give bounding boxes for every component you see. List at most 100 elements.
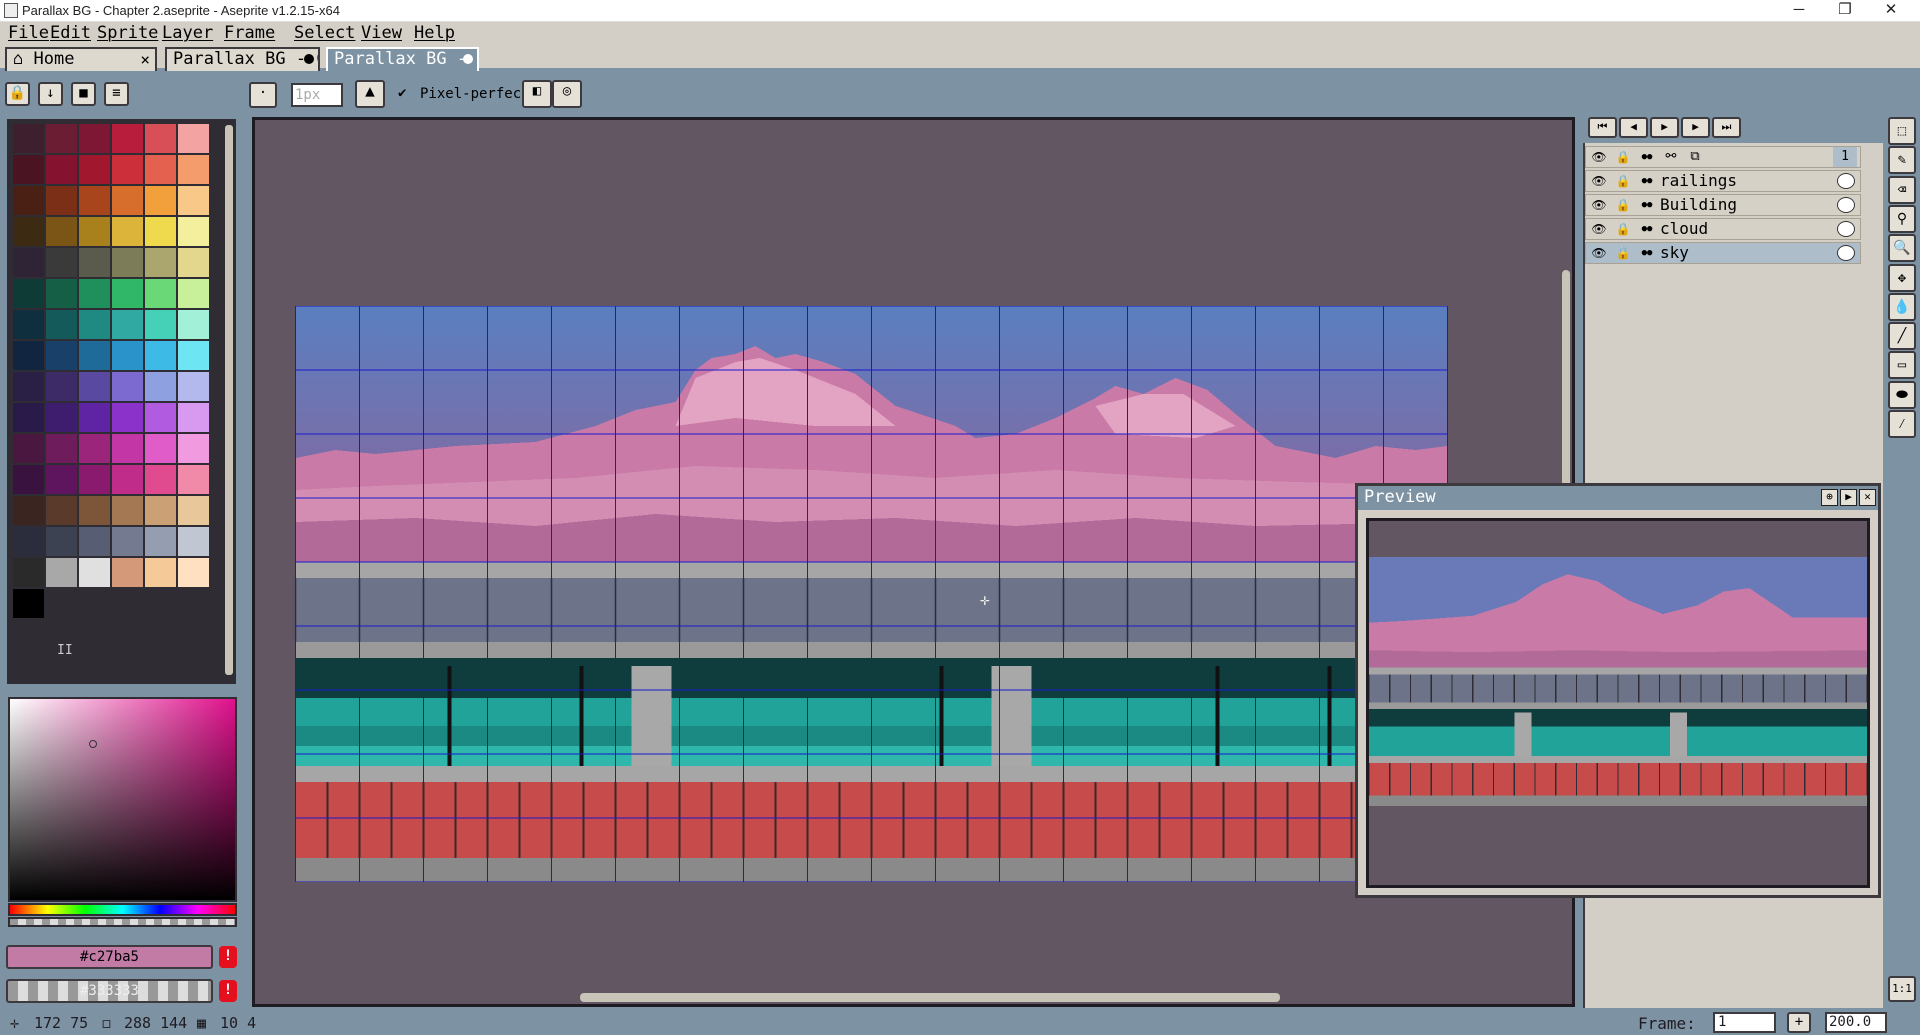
palette-swatch[interactable] (46, 496, 77, 525)
ink-icon[interactable]: ▲ (355, 80, 385, 108)
palette-swatch[interactable] (46, 465, 77, 494)
palette-swatch[interactable] (145, 124, 176, 153)
palette-swatch[interactable] (112, 155, 143, 184)
contour-icon[interactable]: ⬬ (1888, 380, 1916, 409)
layer-row[interactable]: 👁 🔒 ●● sky (1585, 242, 1861, 264)
animation-button[interactable]: ⏮ (1588, 117, 1617, 138)
lock-icon[interactable]: 🔒 (1614, 148, 1632, 166)
palette-swatch[interactable] (46, 279, 77, 308)
palette-swatch[interactable] (145, 372, 176, 401)
palette-swatch[interactable] (46, 310, 77, 339)
palette-swatch[interactable] (79, 310, 110, 339)
palette-swatch[interactable] (79, 403, 110, 432)
lock-icon[interactable]: 🔒 (1614, 244, 1632, 262)
frame-number[interactable]: 1 (1833, 147, 1857, 167)
palette-swatch[interactable] (178, 217, 209, 246)
menu-help[interactable]: Help (414, 23, 455, 43)
arrow-down-icon[interactable]: ↓ (38, 82, 63, 106)
palette-swatch[interactable] (13, 341, 44, 370)
palette-swatch[interactable] (46, 527, 77, 556)
palette-swatch[interactable] (145, 310, 176, 339)
palette-swatch[interactable] (178, 124, 209, 153)
palette-swatch[interactable] (13, 155, 44, 184)
palette-swatch[interactable] (112, 403, 143, 432)
palette-swatch[interactable] (79, 558, 110, 587)
palette-swatch[interactable] (112, 496, 143, 525)
palette-swatch[interactable] (112, 465, 143, 494)
preview-play-icon[interactable]: ▶ (1840, 489, 1857, 506)
palette-swatch[interactable] (13, 403, 44, 432)
palette-swatch[interactable] (145, 465, 176, 494)
eye-icon[interactable]: 👁 (1590, 172, 1608, 190)
close-tab-icon[interactable]: × (140, 50, 150, 70)
layer-row[interactable]: 👁 🔒 ●● railings (1585, 170, 1861, 192)
minimize-button[interactable]: ─ (1776, 0, 1822, 22)
eye-icon[interactable]: 👁 (1590, 196, 1608, 214)
palette-swatch[interactable] (178, 310, 209, 339)
brush-size-input[interactable]: 1px (291, 83, 343, 107)
alpha-slider[interactable] (8, 917, 237, 927)
palette-swatch[interactable] (46, 186, 77, 215)
palette-swatch[interactable] (79, 279, 110, 308)
palette-swatch[interactable] (112, 186, 143, 215)
palette-swatch[interactable] (13, 496, 44, 525)
color-saturation-field[interactable] (8, 697, 237, 902)
menu-sprite[interactable]: Sprite (97, 23, 158, 43)
background-color-button[interactable]: #333333 (6, 979, 213, 1003)
palette-swatch[interactable] (145, 279, 176, 308)
menu-frame[interactable]: Frame (224, 23, 275, 43)
palette-swatch[interactable] (178, 186, 209, 215)
menu-view[interactable]: View (361, 23, 402, 43)
palette-swatch[interactable] (79, 341, 110, 370)
eye-icon[interactable]: 👁 (1590, 148, 1608, 166)
menu-layer[interactable]: Layer (162, 23, 213, 43)
palette-swatch[interactable] (145, 248, 176, 277)
palette-swatch[interactable] (178, 248, 209, 277)
eye-icon[interactable]: 👁 (1590, 220, 1608, 238)
palette-swatch[interactable] (178, 341, 209, 370)
layer-header[interactable]: 👁 🔒 ●● ⚯ ⧉ 1 (1585, 146, 1861, 168)
hue-slider[interactable] (8, 903, 237, 916)
continuous-icon[interactable]: ●● (1638, 196, 1656, 214)
line-icon[interactable]: ╱ (1888, 322, 1916, 351)
palette-swatch[interactable] (112, 558, 143, 587)
warning-icon[interactable]: ! (219, 980, 237, 1002)
palette-swatch[interactable] (13, 279, 44, 308)
menu-file[interactable]: File (8, 23, 49, 43)
palette-swatch[interactable] (79, 527, 110, 556)
menu-select[interactable]: Select (294, 23, 355, 43)
lock-icon[interactable]: 🔒 (5, 82, 30, 106)
layer-row[interactable]: 👁 🔒 ●● cloud (1585, 218, 1861, 240)
zoom-one-to-one-button[interactable]: 1:1 (1888, 976, 1916, 1002)
eraser-icon[interactable]: ⌫ (1888, 175, 1916, 204)
sprite-canvas[interactable] (293, 306, 1450, 882)
palette-swatch[interactable] (178, 372, 209, 401)
marquee-icon[interactable]: ⬚ (1888, 117, 1916, 145)
palette-swatch[interactable] (79, 496, 110, 525)
palette-swatch[interactable] (46, 341, 77, 370)
palette-swatch[interactable] (13, 558, 44, 587)
palette-swatch[interactable] (145, 496, 176, 525)
cel-icon[interactable] (1837, 197, 1855, 213)
continuous-icon[interactable]: ●● (1638, 220, 1656, 238)
palette-swatch[interactable] (112, 310, 143, 339)
animation-button[interactable]: ▶ (1681, 117, 1710, 138)
lock-icon[interactable]: 🔒 (1614, 220, 1632, 238)
palette-swatch[interactable] (13, 372, 44, 401)
palette-swatch[interactable] (178, 465, 209, 494)
palette-swatch[interactable] (46, 403, 77, 432)
palette-swatch[interactable] (112, 527, 143, 556)
palette-swatch[interactable] (112, 434, 143, 463)
palette-swatch[interactable] (112, 124, 143, 153)
cel-icon[interactable] (1837, 221, 1855, 237)
palette-swatch[interactable] (178, 403, 209, 432)
eye-icon[interactable]: 👁 (1590, 244, 1608, 262)
palette-swatch[interactable] (178, 527, 209, 556)
continuous-icon[interactable]: ●● (1638, 148, 1656, 166)
palette-swatch[interactable] (145, 186, 176, 215)
palette-swatch[interactable] (46, 434, 77, 463)
fill-icon[interactable]: 💧 (1888, 292, 1916, 321)
palette-swatch[interactable] (145, 217, 176, 246)
palette-swatch[interactable] (46, 217, 77, 246)
palette-swatch[interactable] (79, 217, 110, 246)
